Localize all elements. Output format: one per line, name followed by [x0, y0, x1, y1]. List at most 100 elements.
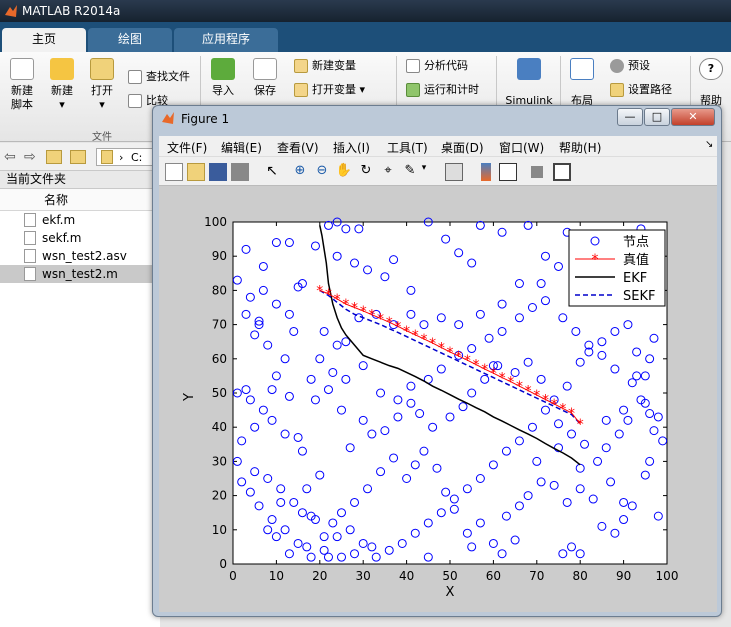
true-value-marker: *: [447, 345, 454, 361]
save-workspace-button[interactable]: 保存: [248, 58, 282, 98]
forward-icon[interactable]: ⇨: [24, 149, 36, 165]
path-field[interactable]: › C:: [96, 148, 156, 166]
true-value-marker: *: [403, 324, 410, 340]
true-value-marker: *: [533, 388, 540, 404]
true-value-marker: *: [316, 283, 323, 299]
x-tick-label: 20: [312, 569, 327, 583]
column-header-name[interactable]: 名称: [0, 189, 160, 211]
new-script-button[interactable]: 新建 脚本: [4, 58, 40, 112]
true-value-marker: *: [507, 375, 514, 391]
new-figure-icon[interactable]: [165, 163, 183, 181]
address-bar: ⇦ ⇨ › C:: [0, 143, 160, 171]
x-tick-label: 10: [269, 569, 284, 583]
simulink-button[interactable]: Simulink: [500, 58, 558, 108]
compare-icon: [128, 94, 142, 108]
true-value-marker: *: [577, 417, 584, 433]
back-icon[interactable]: ⇦: [4, 149, 16, 165]
up-folder-icon[interactable]: [46, 150, 62, 164]
save-figure-icon[interactable]: [209, 163, 227, 181]
chevron-down-icon[interactable]: ▾: [419, 163, 429, 181]
import-button[interactable]: 导入: [206, 58, 240, 98]
y-tick-label: 40: [212, 420, 227, 434]
legend-icon[interactable]: [499, 163, 517, 181]
zoom-out-icon[interactable]: ⊖: [313, 163, 331, 181]
simulink-icon: [517, 58, 541, 80]
link-plot-icon[interactable]: [445, 163, 463, 181]
menu-desktop[interactable]: 桌面(D): [441, 139, 484, 156]
colorbar-icon[interactable]: [481, 163, 491, 181]
print-icon[interactable]: [231, 163, 249, 181]
brush-icon[interactable]: ✎: [401, 163, 419, 181]
true-value-marker: *: [455, 349, 462, 365]
true-value-marker: *: [360, 304, 367, 320]
preferences-button[interactable]: 预设: [610, 57, 650, 75]
new-variable-button[interactable]: 新建变量: [294, 57, 356, 75]
menu-window[interactable]: 窗口(W): [499, 139, 544, 156]
y-tick-label: 100: [204, 215, 227, 229]
file-row[interactable]: wsn_test2.asv: [0, 247, 160, 265]
open-variable-button[interactable]: 打开变量 ▾: [294, 81, 365, 99]
pointer-icon[interactable]: ↖: [263, 163, 281, 181]
y-tick-label: 90: [212, 249, 227, 263]
help-button[interactable]: ? 帮助: [694, 58, 728, 108]
open-variable-icon: [294, 83, 308, 97]
folder-icon: [101, 150, 113, 164]
open-button[interactable]: 打开 ▾: [84, 58, 120, 112]
analyze-code-button[interactable]: 分析代码: [406, 57, 468, 75]
menu-view[interactable]: 查看(V): [277, 139, 319, 156]
rotate-icon[interactable]: ↻: [357, 163, 375, 181]
x-tick-label: 0: [229, 569, 237, 583]
x-tick-label: 40: [399, 569, 414, 583]
true-value-marker: *: [473, 358, 480, 374]
close-button[interactable]: ✕: [671, 108, 715, 126]
menu-help[interactable]: 帮助(H): [559, 139, 601, 156]
dock-arrow-icon[interactable]: ↘: [705, 139, 713, 150]
tab-home[interactable]: 主页: [2, 28, 86, 52]
figure-title: Figure 1: [181, 112, 230, 126]
current-folder-title: 当前文件夹: [0, 171, 160, 189]
set-path-button[interactable]: 设置路径: [610, 81, 672, 99]
true-value-marker: *: [368, 308, 375, 324]
new-variable-icon: [294, 59, 308, 73]
maximize-button[interactable]: □: [644, 108, 670, 126]
chevron-right-icon: ›: [119, 151, 124, 164]
hide-plot-tools-icon[interactable]: [531, 166, 543, 178]
find-files-button[interactable]: 查找文件: [128, 68, 190, 86]
true-value-marker: *: [568, 406, 575, 422]
x-tick-label: 50: [442, 569, 457, 583]
figure-title-bar: Figure 1 — □ ✕: [153, 106, 721, 132]
layout-button[interactable]: 布局: [566, 58, 598, 108]
new-script-icon: [10, 58, 34, 80]
browse-folder-icon[interactable]: [70, 150, 86, 164]
m-file-icon: [24, 213, 36, 227]
pan-hand-icon[interactable]: ✋: [335, 163, 353, 181]
tab-plots[interactable]: 绘图: [88, 28, 172, 52]
file-row[interactable]: sekf.m: [0, 229, 160, 247]
open-file-icon[interactable]: [187, 163, 205, 181]
true-value-marker: *: [412, 328, 419, 344]
true-value-marker: *: [551, 397, 558, 413]
analyze-code-icon: [406, 59, 420, 73]
true-value-marker: *: [325, 287, 332, 303]
true-value-marker: *: [377, 311, 384, 327]
new-button[interactable]: 新建 ▾: [44, 58, 80, 112]
path-text: C:: [131, 151, 143, 164]
m-file-icon: [24, 267, 36, 281]
layout-icon: [570, 58, 594, 80]
menu-tools[interactable]: 工具(T): [387, 139, 428, 156]
menu-file[interactable]: 文件(F): [167, 139, 207, 156]
menu-insert[interactable]: 插入(I): [333, 139, 370, 156]
asv-file-icon: [24, 249, 36, 263]
data-cursor-icon[interactable]: ⌖: [379, 163, 397, 181]
run-and-time-button[interactable]: 运行和计时: [406, 81, 479, 99]
tab-apps[interactable]: 应用程序: [174, 28, 278, 52]
legend-label: SEKF: [623, 289, 655, 304]
minimize-button[interactable]: —: [617, 108, 643, 126]
file-row-selected[interactable]: wsn_test2.m: [0, 265, 160, 283]
menu-edit[interactable]: 编辑(E): [221, 139, 262, 156]
help-icon: ?: [699, 58, 723, 80]
show-plot-tools-icon[interactable]: [553, 163, 571, 181]
file-row[interactable]: ekf.m: [0, 211, 160, 229]
zoom-in-icon[interactable]: ⊕: [291, 163, 309, 181]
window-title: MATLAB R2014a: [22, 4, 121, 18]
